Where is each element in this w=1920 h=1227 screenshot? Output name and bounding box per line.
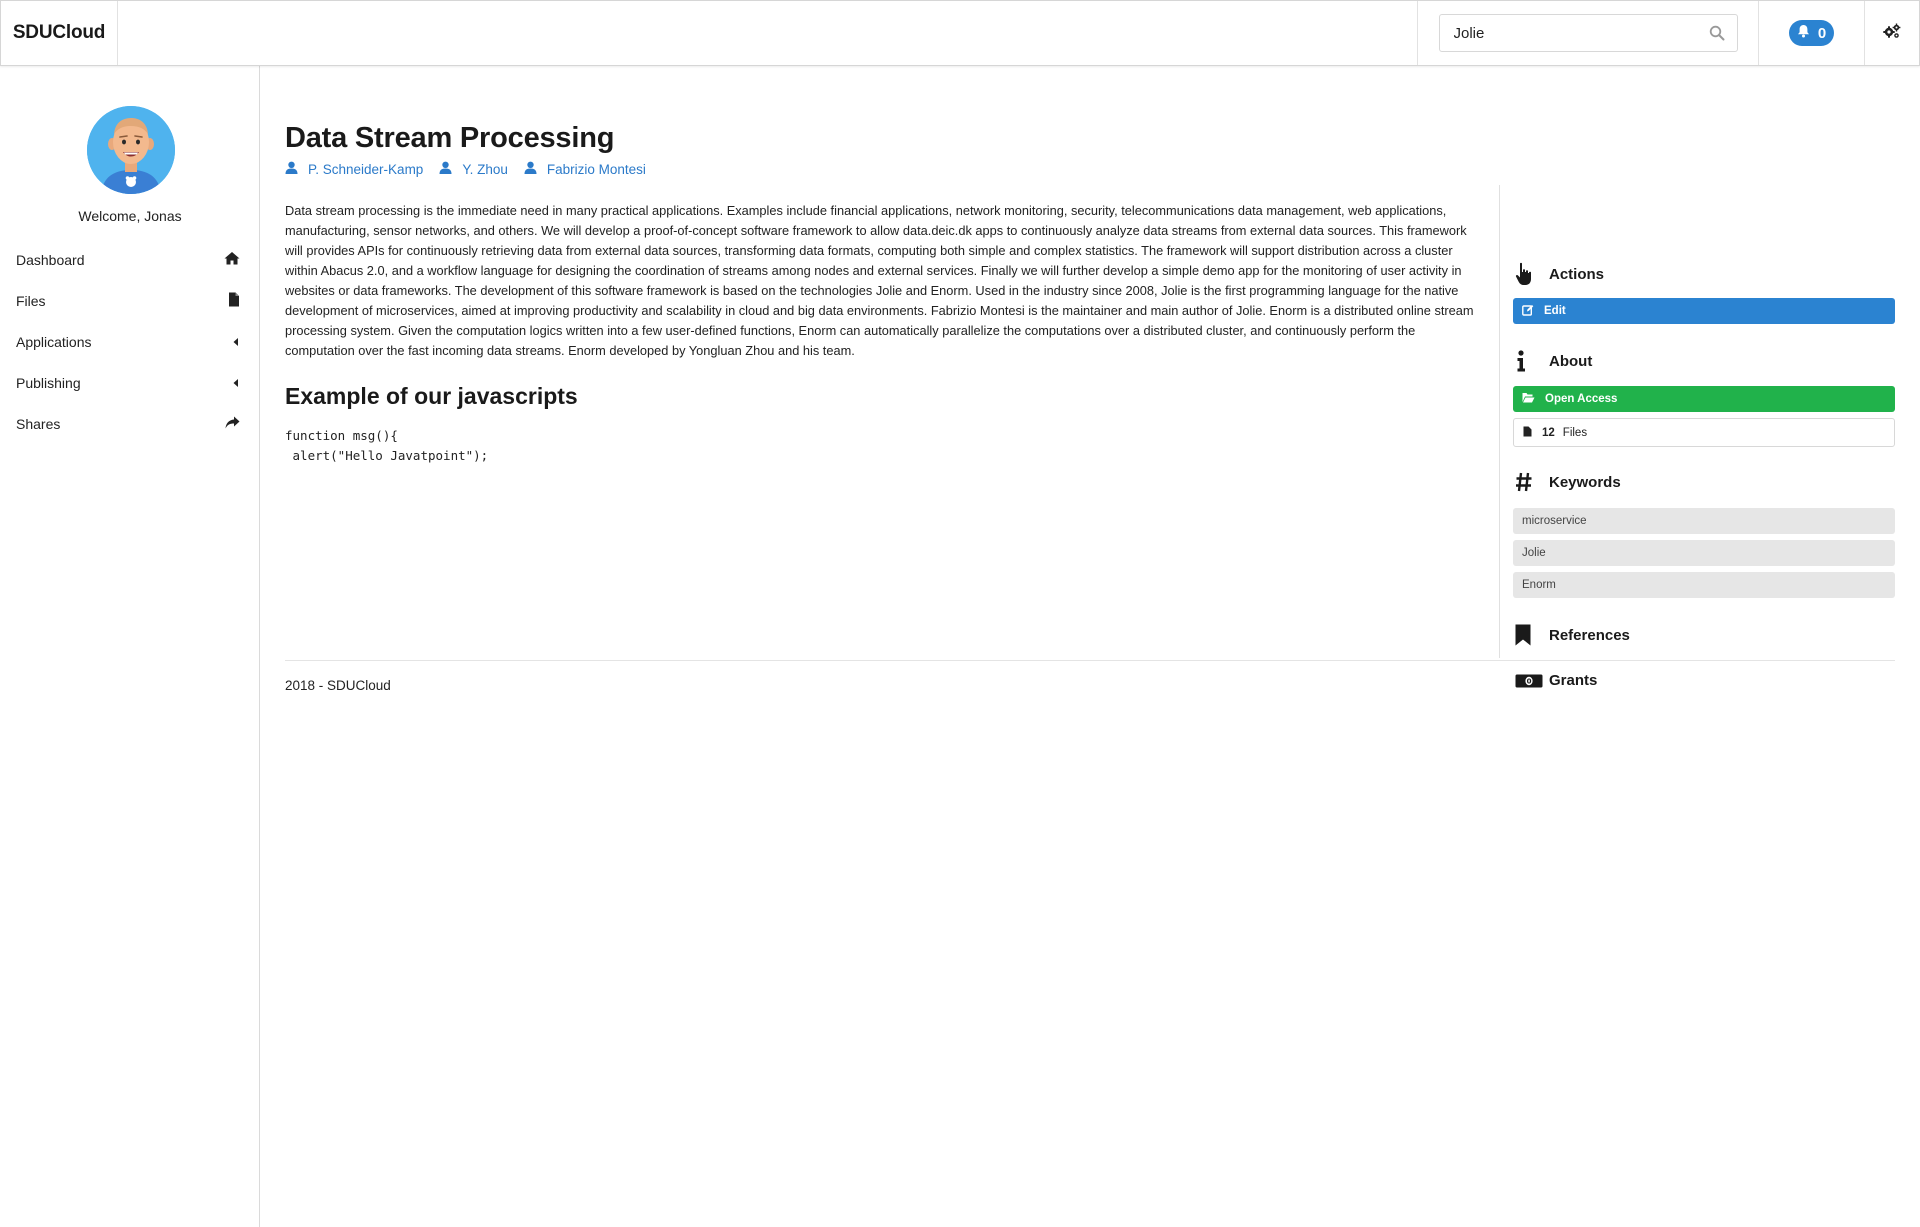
hand-pointer-icon [1513,262,1549,286]
keywords-heading-label: Keywords [1549,473,1621,491]
author-link[interactable]: P. Schneider-Kamp [285,161,423,177]
open-access-badge[interactable]: Open Access [1513,386,1895,412]
caret-left-icon [232,375,240,391]
author-link[interactable]: Fabrizio Montesi [524,161,646,177]
top-bar-spacer [118,1,1417,65]
vertical-divider [1499,185,1500,658]
author-name: Y. Zhou [462,161,508,177]
home-icon [224,251,240,268]
settings-container [1864,1,1919,65]
grants-heading: 0 Grants [1513,672,1597,689]
grants-heading-label: Grants [1549,672,1598,689]
open-access-label: Open Access [1545,393,1618,405]
avatar[interactable] [87,106,175,194]
keywords-heading: Keywords [1513,472,1621,492]
sidebar-item-label: Shares [16,415,61,432]
sidebar-nav: Dashboard Files Applications Publishing … [0,239,260,444]
page-title: Data Stream Processing [285,122,615,154]
keyword-tag[interactable]: microservice [1513,508,1895,534]
keyword-tag[interactable]: Jolie [1513,540,1895,566]
files-count-box[interactable]: 12 Files [1513,418,1895,447]
edit-button[interactable]: Edit [1513,298,1895,324]
user-icon [285,161,298,177]
search-container [1417,1,1758,65]
project-description: Data stream processing is the immediate … [285,203,1474,358]
info-icon [1513,350,1549,372]
actions-heading-label: Actions [1549,265,1605,283]
sidebar-item-publishing[interactable]: Publishing [0,362,260,403]
user-icon [524,161,537,177]
references-heading: References [1513,624,1630,646]
top-bar: SDUCloud 0 [0,0,1920,66]
money-icon: 0 [1513,674,1549,688]
section-heading: Example of our javascripts [285,383,578,409]
footer-text: 2018 - SDUCloud [285,678,391,693]
sidebar-item-files[interactable]: Files [0,280,260,321]
notifications-container: 0 [1758,1,1864,65]
sidebar-item-label: Dashboard [16,251,85,268]
about-heading-label: About [1549,352,1593,370]
keyword-tag[interactable]: Enorm [1513,572,1895,598]
code-block: function msg(){ alert("Hello Javatpoint"… [285,428,489,463]
author-list: P. Schneider-Kamp Y. Zhou Fabrizio Monte… [285,161,646,177]
sidebar: Welcome, Jonas Dashboard Files Applicati… [0,66,260,1227]
about-heading: About [1513,350,1592,372]
caret-left-icon [232,334,240,350]
author-name: Fabrizio Montesi [546,161,646,177]
search-icon[interactable] [1709,25,1725,46]
folder-open-icon [1522,392,1535,406]
notifications-button[interactable]: 0 [1789,20,1834,46]
edit-button-label: Edit [1544,305,1566,317]
actions-heading: Actions [1513,262,1604,286]
search-input[interactable] [1439,15,1737,51]
search-box [1438,14,1738,52]
brand-logo[interactable]: SDUCloud [1,1,118,65]
welcome-text: Welcome, Jonas [78,208,182,224]
hashtag-icon [1513,472,1549,492]
files-label: Files [1562,426,1588,439]
file-icon [228,292,240,310]
sidebar-item-label: Applications [16,333,92,350]
user-icon [439,161,452,177]
references-heading-label: References [1549,626,1630,644]
edit-icon [1522,304,1534,319]
sidebar-item-dashboard[interactable]: Dashboard [0,239,260,280]
bookmark-icon [1513,624,1549,646]
files-count: 12 [1542,426,1555,439]
sidebar-item-shares[interactable]: Shares [0,403,260,444]
share-icon [225,416,240,432]
file-icon [1523,426,1532,440]
sidebar-item-label: Publishing [16,374,81,391]
notifications-count: 0 [1817,24,1827,42]
gears-icon[interactable] [1883,23,1901,44]
author-name: P. Schneider-Kamp [308,161,424,177]
author-link[interactable]: Y. Zhou [439,161,508,177]
footer-divider [285,660,1895,661]
sidebar-item-label: Files [16,292,46,309]
sidebar-item-applications[interactable]: Applications [0,321,260,362]
bell-icon [1797,24,1810,42]
svg-text:0: 0 [1527,677,1532,685]
